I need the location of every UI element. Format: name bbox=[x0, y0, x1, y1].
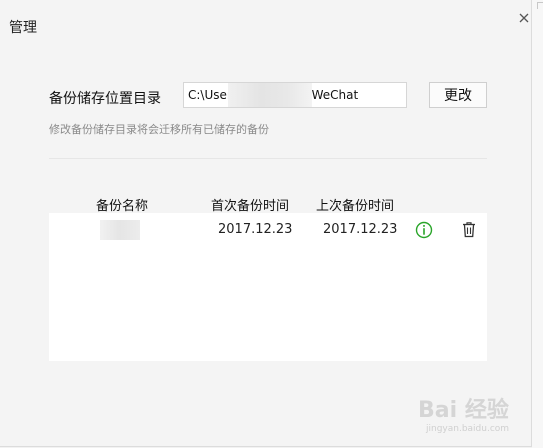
backup-dir-label: 备份储存位置目录 bbox=[49, 91, 161, 107]
migrate-hint: 修改备份储存目录将会迁移所有已储存的备份 bbox=[49, 123, 269, 136]
column-header-name: 备份名称 bbox=[96, 199, 149, 214]
info-icon bbox=[415, 221, 433, 239]
baidu-jingyan-watermark: Bai 经验 jingyan.baidu.com bbox=[418, 390, 540, 446]
redacted-path-segment bbox=[228, 83, 312, 107]
manage-dialog: 管理 备份储存位置目录 更改 修改备份储存目录将会迁移所有已储存的备份 备份名称… bbox=[0, 0, 532, 447]
last-backup-time: 2017.12.23 bbox=[323, 222, 398, 237]
change-dir-button[interactable]: 更改 bbox=[429, 82, 487, 108]
backup-name-redacted bbox=[100, 220, 140, 240]
column-header-first-backup: 首次备份时间 bbox=[211, 199, 290, 214]
backup-info-button[interactable] bbox=[415, 221, 433, 239]
background-window-edge bbox=[532, 0, 543, 448]
column-header-last-backup: 上次备份时间 bbox=[316, 199, 395, 214]
close-icon bbox=[519, 13, 529, 23]
first-backup-time: 2017.12.23 bbox=[218, 222, 293, 237]
delete-backup-button[interactable] bbox=[461, 221, 477, 238]
trash-icon bbox=[463, 222, 475, 238]
edge-corner-mark bbox=[537, 2, 543, 9]
close-button[interactable] bbox=[514, 8, 534, 28]
watermark-logo: Bai 经验 bbox=[418, 398, 509, 423]
divider bbox=[49, 158, 487, 159]
watermark-url: jingyan.baidu.com bbox=[426, 424, 510, 434]
dialog-title: 管理 bbox=[9, 20, 37, 36]
